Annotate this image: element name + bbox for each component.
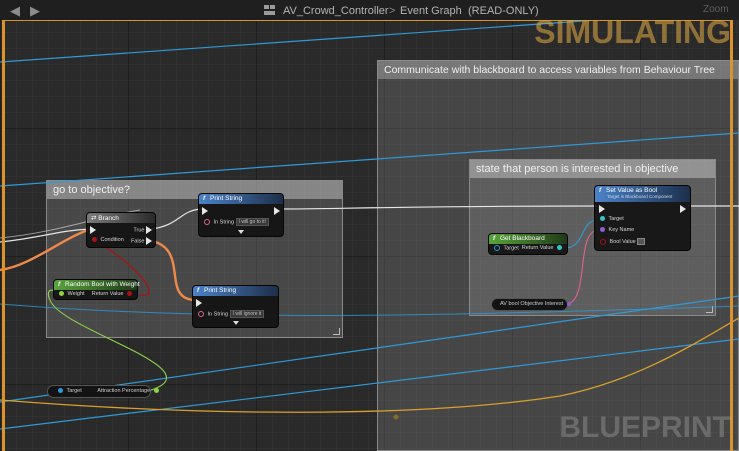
random-bool-with-weight-node[interactable]: f Random Bool with Weight Weight Return …	[53, 279, 140, 300]
node-title: Get Blackboard	[499, 235, 545, 242]
av-bool-objective-interest-node[interactable]: AV bool Objective Interest	[491, 298, 571, 311]
set-value-as-bool-node[interactable]: f Set Value as Bool Target is Blackboard…	[594, 185, 691, 251]
bool-value-pin-row[interactable]: Bool Value	[598, 238, 646, 245]
exec-in-pin[interactable]	[90, 226, 96, 234]
branch-icon: ⇄	[91, 215, 97, 222]
name-pin-icon[interactable]	[566, 301, 571, 306]
exec-in-pin[interactable]	[202, 207, 208, 215]
target-pin-row[interactable]: Target	[492, 245, 519, 251]
in-string-pin-row[interactable]: In String I will ignore it	[196, 310, 265, 318]
float-wire	[47, 289, 168, 392]
object-pin-icon[interactable]	[600, 216, 605, 222]
forward-arrow-icon[interactable]: ▶	[30, 3, 40, 19]
float-wire	[0, 317, 739, 413]
node-header: f Set Value as Bool Target is Blackboard…	[595, 186, 690, 202]
pin-label: Return Value	[521, 245, 554, 251]
print-string-node[interactable]: f Print String In String I will go to it…	[198, 193, 284, 237]
pin-label: Bool Value	[609, 238, 636, 245]
string-pin-icon[interactable]	[204, 219, 210, 225]
get-blackboard-node[interactable]: f Get Blackboard Target Return Value	[488, 233, 568, 255]
float-pin-icon[interactable]	[59, 291, 64, 297]
reroute-node	[393, 414, 399, 420]
function-icon: f	[197, 287, 200, 294]
pin-label: Key Name	[608, 227, 635, 233]
return-pin-row[interactable]: Return Value	[92, 291, 134, 297]
node-title: Random Bool with Weight	[64, 281, 140, 288]
print-string-node[interactable]: f Print String In String I will ignore i…	[192, 285, 279, 328]
expand-arrow-icon[interactable]	[238, 230, 244, 234]
node-title: Set Value as Bool	[605, 187, 658, 194]
exec-out-pin[interactable]	[274, 207, 280, 215]
exec-wire	[281, 205, 599, 210]
node-subtitle: Target is Blackboard Component	[607, 194, 673, 199]
object-wire	[0, 132, 739, 187]
in-string-pin-row[interactable]: In String I will go to it!	[202, 218, 270, 226]
breadcrumb-asset[interactable]: AV_Crowd_Controller	[283, 5, 389, 17]
node-title: Print String	[209, 195, 243, 202]
function-icon: f	[58, 281, 61, 288]
node-header: f Print String	[193, 286, 278, 296]
object-pin-icon[interactable]	[557, 245, 562, 251]
node-header: f Get Blackboard	[489, 234, 567, 244]
node-header: ⇄ Branch	[87, 213, 155, 223]
bool-pin-icon[interactable]	[127, 291, 132, 297]
breadcrumb-separator: >	[389, 5, 396, 17]
exec-out-pin[interactable]	[680, 205, 686, 213]
breadcrumb-graph[interactable]: Event Graph	[400, 5, 462, 17]
pin-label: Target	[66, 388, 82, 394]
active-exec-wire	[151, 239, 197, 302]
pin-label: True	[133, 227, 145, 234]
pin-label: Condition	[100, 237, 124, 243]
pin-label: In String	[213, 219, 235, 226]
node-title: AV bool Objective Interest	[500, 301, 564, 307]
target-pin-row[interactable]: Target	[598, 216, 624, 222]
return-pin-row[interactable]: Return Value	[522, 245, 564, 251]
blueprint-asset-icon	[264, 5, 275, 15]
object-wire	[0, 303, 739, 316]
expand-arrow-icon[interactable]	[232, 321, 239, 325]
bool-pin-icon[interactable]	[600, 238, 606, 245]
readonly-label: (READ-ONLY)	[468, 5, 539, 17]
exec-wire	[151, 208, 203, 230]
title-bar: ◀ ▶ AV_Crowd_Controller > Event Graph (R…	[0, 0, 739, 20]
exec-out-pin[interactable]	[146, 237, 152, 245]
back-arrow-icon[interactable]: ◀	[10, 3, 20, 19]
weight-pin-row[interactable]: Weight	[57, 291, 85, 297]
pin-label: In String	[207, 311, 229, 318]
in-string-input[interactable]: I will ignore it	[229, 310, 265, 318]
key-name-pin-row[interactable]: Key Name	[598, 227, 634, 233]
node-title: Branch	[98, 215, 119, 222]
in-string-input[interactable]: I will go to it!	[235, 218, 270, 226]
condition-pin-row[interactable]: Condition	[90, 237, 124, 243]
function-icon: f	[599, 187, 602, 194]
branch-node[interactable]: ⇄ Branch Condition True False	[86, 212, 156, 248]
function-icon: f	[203, 195, 206, 202]
pin-label: Target	[608, 216, 624, 222]
object-pin-icon[interactable]	[494, 245, 500, 251]
pin-label: Weight	[67, 291, 85, 297]
string-pin-icon[interactable]	[198, 311, 204, 317]
node-header: f Print String	[199, 194, 283, 204]
node-title: Print String	[203, 287, 237, 294]
bool-value-checkbox[interactable]	[637, 238, 646, 245]
exec-out-pin[interactable]	[269, 299, 275, 307]
zoom-label: Zoom	[703, 4, 729, 15]
pin-label: False	[131, 238, 145, 245]
blueprint-watermark: BLUEPRINT	[559, 411, 731, 444]
float-pin-icon[interactable]	[153, 388, 159, 394]
pin-label: Return Value	[91, 291, 124, 297]
function-icon: f	[493, 235, 496, 242]
true-pin-row[interactable]: True	[133, 226, 152, 234]
pin-label: Target	[503, 245, 519, 252]
exec-out-pin[interactable]	[146, 226, 152, 234]
object-pin-icon[interactable]	[58, 388, 63, 394]
name-pin-icon[interactable]	[600, 227, 605, 233]
exec-in-pin[interactable]	[599, 205, 605, 213]
node-title: Attraction Percentage	[97, 388, 151, 394]
exec-in-pin[interactable]	[196, 299, 202, 307]
attraction-percentage-node[interactable]: Target Attraction Percentage	[47, 385, 159, 398]
bool-pin-icon[interactable]	[92, 237, 97, 243]
node-header: f Random Bool with Weight	[54, 280, 140, 290]
false-pin-row[interactable]: False	[131, 237, 152, 245]
